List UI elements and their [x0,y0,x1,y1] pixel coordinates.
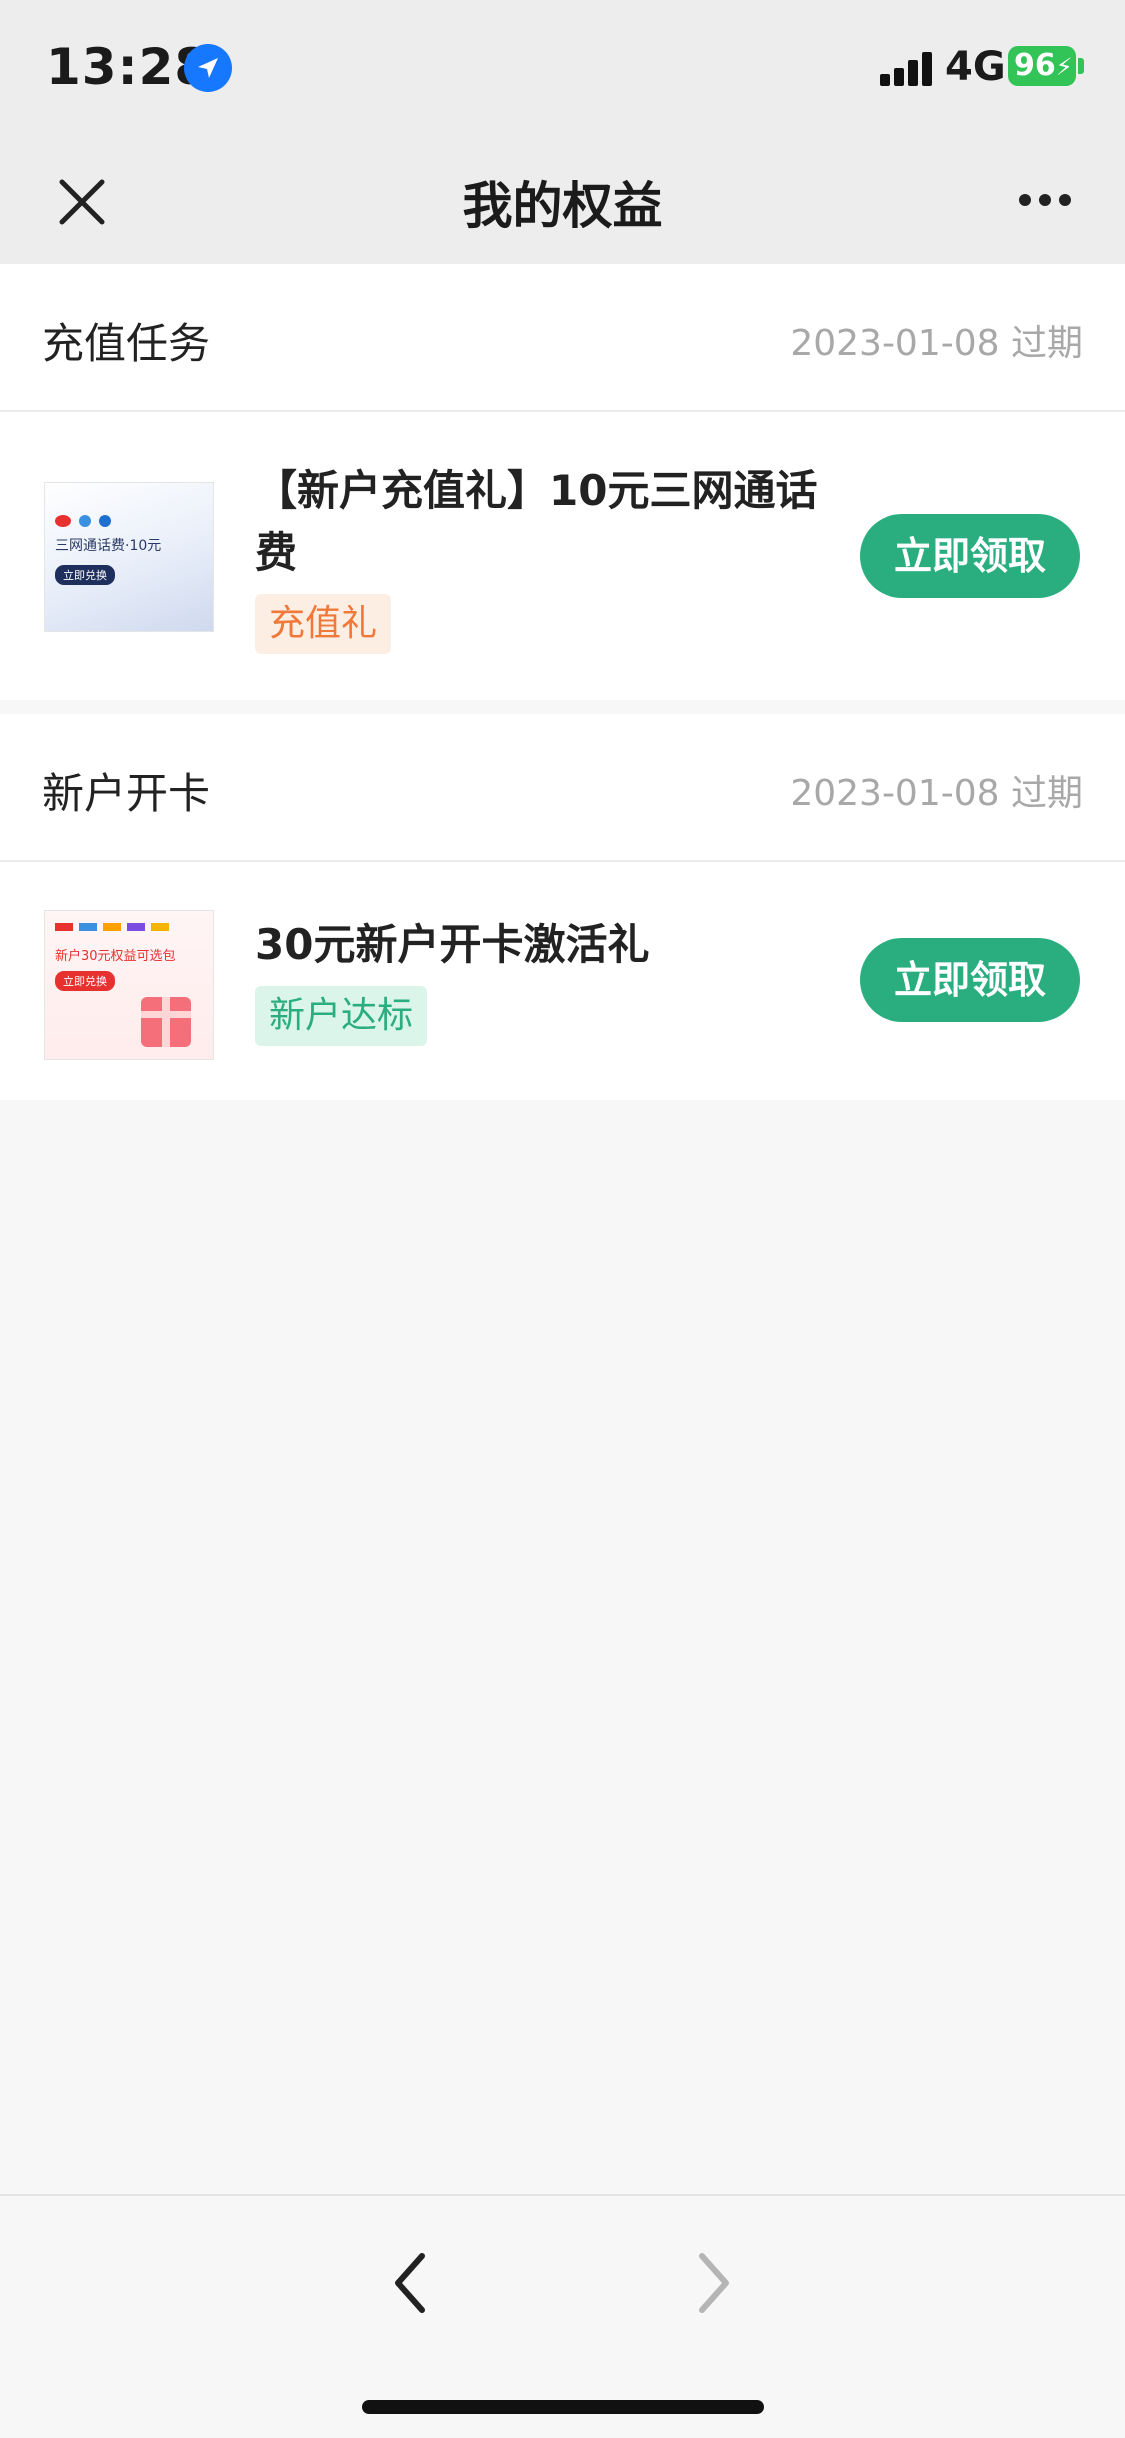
battery-icon: 96⚡ [1008,46,1076,86]
page-title: 我的权益 [462,177,663,235]
location-arrow-icon [184,44,232,92]
thumbnail-button: 立即兑换 [55,971,115,991]
status-bar: 13:28 4G 96⚡ [0,0,1125,140]
expiry-date: 2023-01-08 过期 [790,773,1083,814]
claim-button[interactable]: 立即领取 [860,938,1080,1022]
brand-logos-icon [55,923,175,931]
recharge-thumbnail[interactable]: 三网通话费·10元 立即兑换 [44,482,214,632]
section-recharge: 充值任务 2023-01-08 过期 三网通话费·10元 立即兑换 【新户充值礼… [0,264,1125,700]
tag-recharge-gift: 充值礼 [255,594,392,654]
network-type: 4G [945,44,1006,90]
mobile-logo-icon [79,515,91,527]
battery-level: 96 [1014,48,1056,83]
unicom-logo-icon [55,515,71,527]
expiry-date: 2023-01-08 过期 [790,323,1083,364]
signal-icon [880,50,936,86]
tag-new-user: 新户达标 [255,986,428,1046]
forward-arrow-icon[interactable] [684,2238,744,2328]
thumbnail-button: 立即兑换 [55,565,115,585]
section-new-card: 新户开卡 2023-01-08 过期 新户30元权益可选包 立即兑换 30元新户… [0,714,1125,1100]
thumbnail-text: 三网通话费·10元 [55,538,162,554]
section-title: 充值任务 [42,319,211,368]
section-header: 充值任务 2023-01-08 过期 [0,264,1125,412]
thumbnail-text: 新户30元权益可选包 [55,949,176,964]
home-indicator [362,2400,764,2414]
nav-bar: 我的权益 [0,140,1125,264]
more-icon[interactable] [1015,190,1075,210]
gift-box-icon [141,997,191,1047]
new-card-thumbnail[interactable]: 新户30元权益可选包 立即兑换 [44,910,214,1060]
bottom-toolbar [0,2194,1125,2438]
section-header: 新户开卡 2023-01-08 过期 [0,714,1125,862]
telecom-logo-icon [99,515,111,527]
claim-button[interactable]: 立即领取 [860,514,1080,598]
battery-cap [1078,58,1084,74]
section-title: 新户开卡 [42,769,211,818]
back-arrow-icon[interactable] [380,2238,440,2328]
item-title: 30元新户开卡激活礼 [255,920,650,969]
item-title: 【新户充值礼】10元三网通话费 [255,466,818,577]
